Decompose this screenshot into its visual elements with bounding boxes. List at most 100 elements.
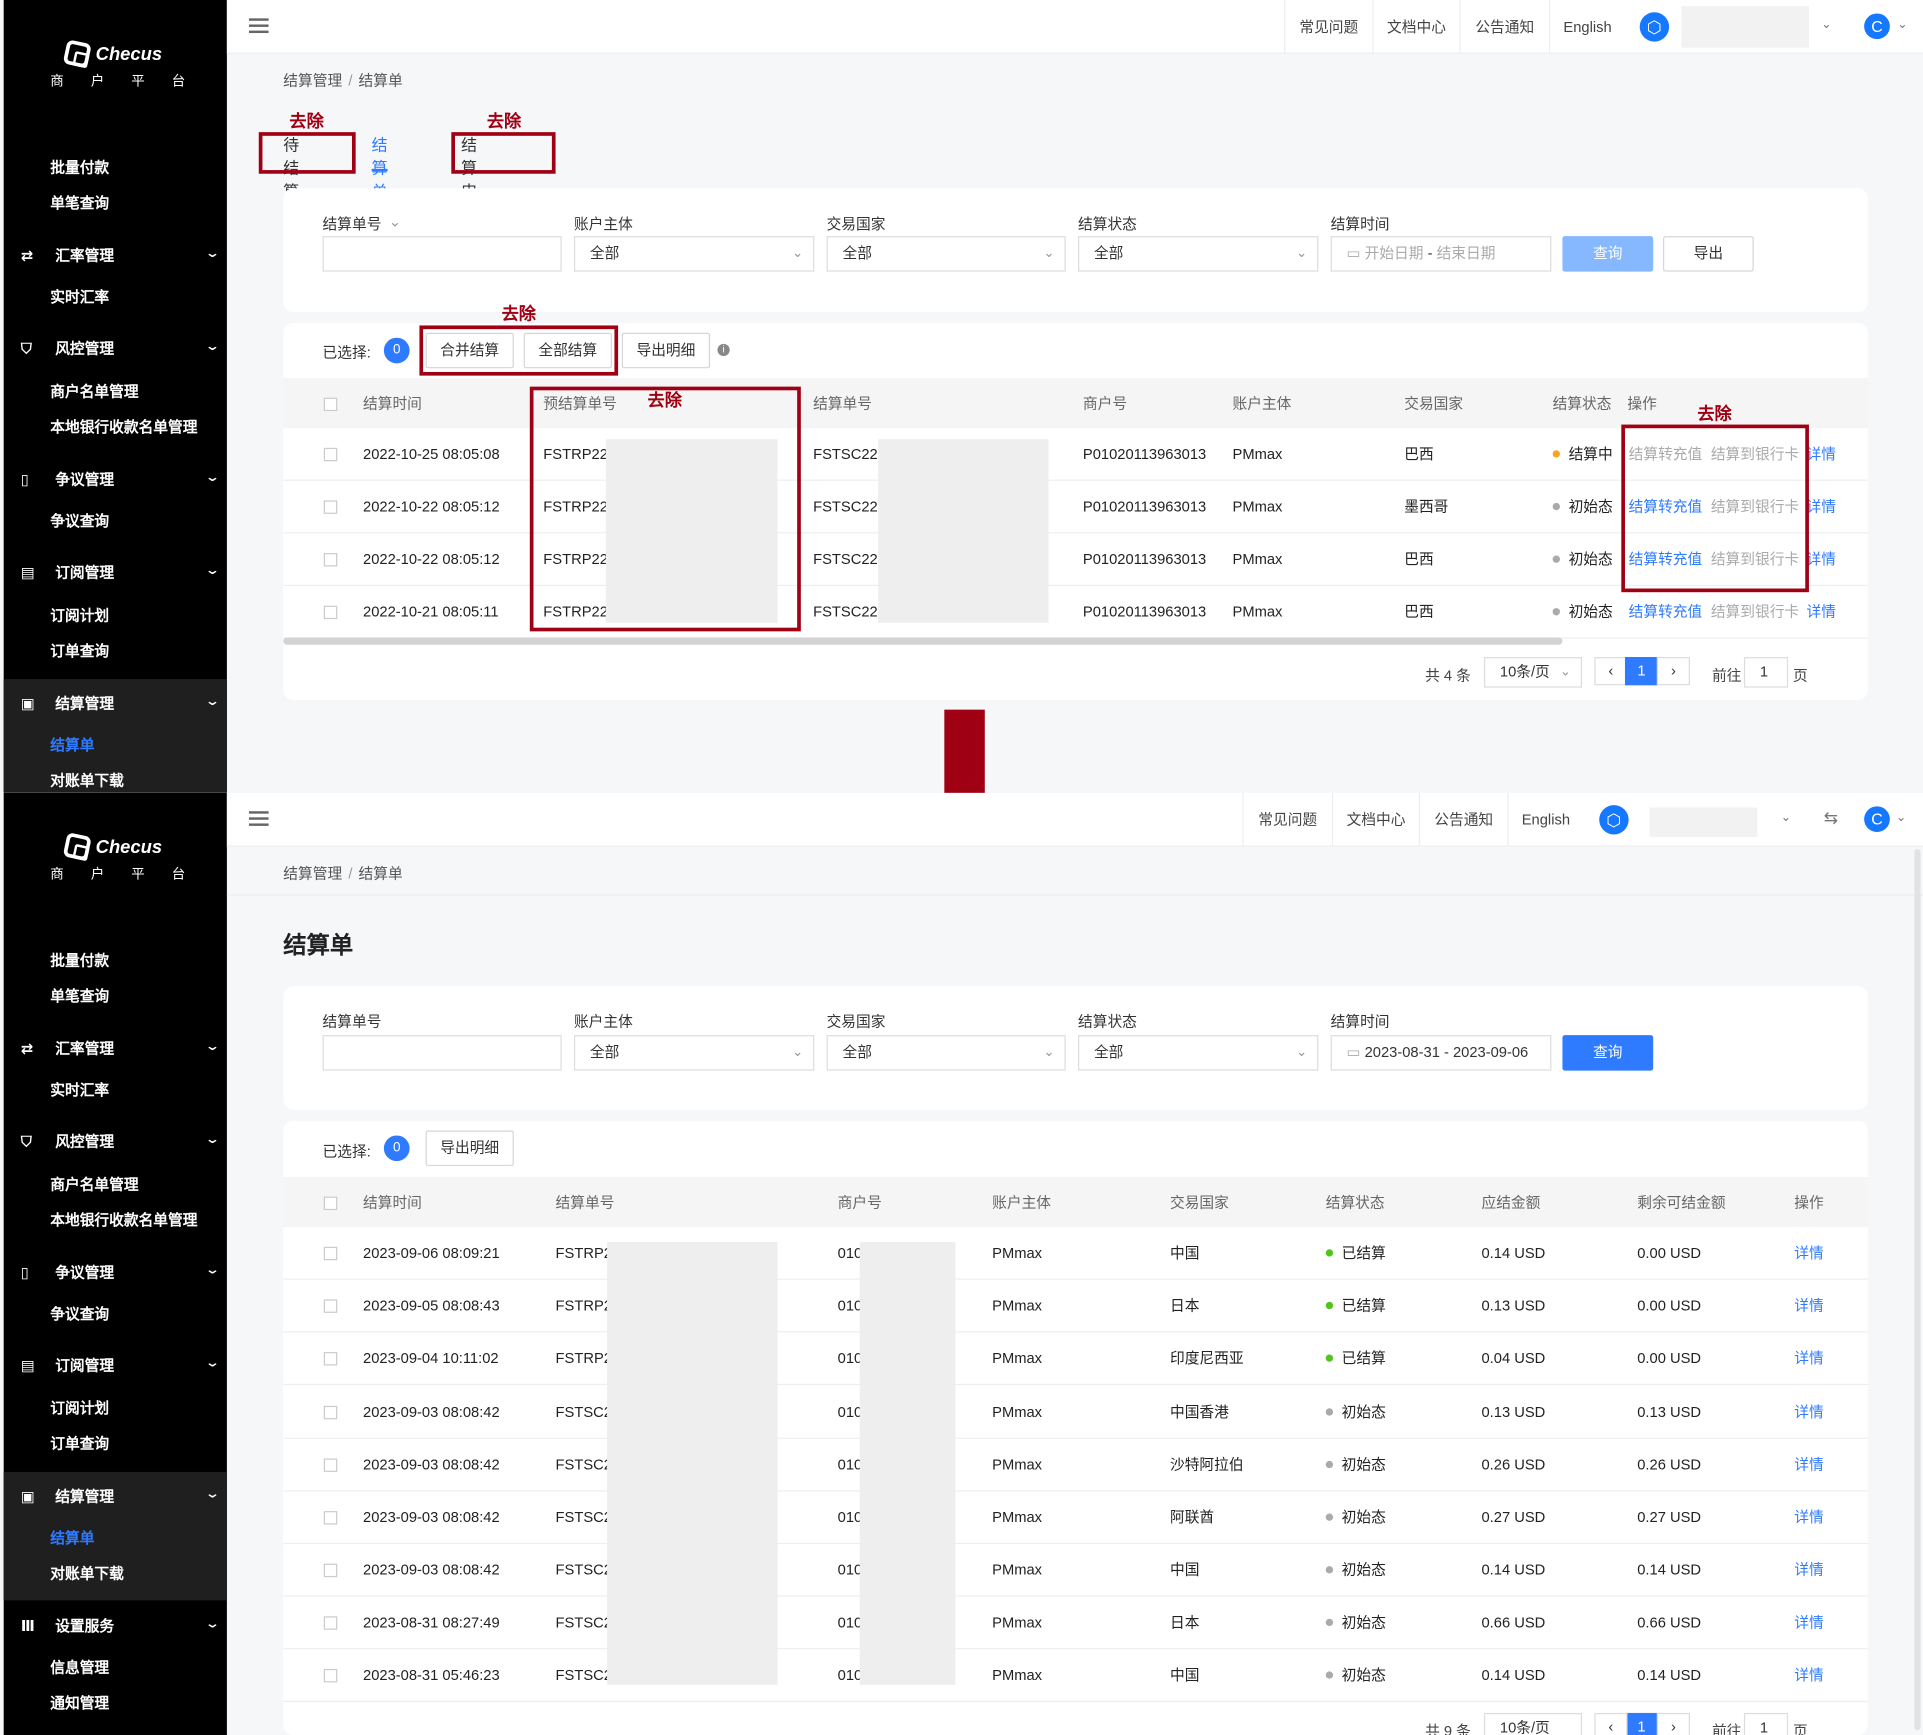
export-detail-button[interactable]: 导出明细 — [425, 1130, 514, 1167]
table-row[interactable]: 2023-09-03 08:08:42 FSTSC2 010 PMmax 中国香港 初始态… — [283, 1386, 1868, 1439]
table-row[interactable]: 2023-09-03 08:08:42 FSTSC2 010 PMmax 沙特阿拉伯 初始… — [283, 1438, 1868, 1492]
status-select[interactable]: 全部 ⌄ — [1078, 1035, 1319, 1071]
query-button[interactable]: 查询 — [1562, 1035, 1654, 1071]
sidebar-item-notification-management[interactable]: 通知管理 — [50, 1690, 246, 1717]
row-checkbox[interactable] — [323, 605, 338, 620]
detail-link[interactable]: 详情 — [1794, 1280, 1823, 1333]
sidebar-item-single-query[interactable]: 单笔查询 — [50, 190, 246, 217]
cube-icon[interactable]: ⬡ — [1639, 12, 1670, 42]
export-button[interactable]: 导出 — [1662, 236, 1754, 272]
row-checkbox[interactable] — [323, 1616, 338, 1630]
detail-link[interactable]: 详情 — [1794, 1227, 1823, 1280]
sidebar-group-dispute[interactable]: ▯ 争议管理 ⌄ — [21, 466, 220, 493]
goto-page-input[interactable]: 1 — [1743, 657, 1789, 688]
switch-icon[interactable]: ⇆ — [1824, 808, 1838, 829]
horizontal-scrollbar[interactable] — [283, 637, 1563, 645]
row-checkbox[interactable] — [323, 1668, 338, 1683]
faq-link[interactable]: 常见问题 — [1284, 0, 1372, 54]
table-row[interactable]: 2023-08-31 05:46:23 FSTSC2 010 PMmax 中国 初始态 0.… — [283, 1649, 1868, 1702]
docs-link[interactable]: 文档中心 — [1372, 0, 1459, 54]
query-button[interactable]: 查询 — [1562, 236, 1654, 272]
sidebar-item-batch-payment[interactable]: 批量付款 — [50, 947, 246, 974]
row-checkbox[interactable] — [323, 447, 338, 462]
sidebar-item-statement-download[interactable]: 对账单下载 — [50, 1560, 246, 1587]
sidebar-group-subscription[interactable]: ▤ 订阅管理 ⌄ — [21, 559, 220, 586]
detail-link[interactable]: 详情 — [1806, 481, 1835, 534]
next-page-icon[interactable]: › — [1656, 1712, 1690, 1735]
detail-link[interactable]: 详情 — [1806, 428, 1835, 481]
detail-link[interactable]: 详情 — [1806, 586, 1835, 639]
select-all-checkbox[interactable] — [323, 1196, 338, 1211]
sidebar-item-subscription-plan[interactable]: 订阅计划 — [50, 1395, 246, 1422]
docs-link[interactable]: 文档中心 — [1331, 792, 1419, 847]
sidebar-item-merchant-list[interactable]: 商户名单管理 — [50, 378, 246, 405]
merchant-selector[interactable] — [1681, 6, 1809, 48]
detail-link[interactable]: 详情 — [1794, 1544, 1823, 1597]
page-number[interactable]: 1 — [1624, 1712, 1659, 1735]
sidebar-item-subscription-plan[interactable]: 订阅计划 — [50, 602, 246, 629]
sidebar-item-dispute-query[interactable]: 争议查询 — [50, 1301, 246, 1328]
merchant-selector[interactable] — [1649, 807, 1758, 837]
sidebar-group-dispute[interactable]: ▯ 争议管理 ⌄ — [21, 1259, 220, 1286]
chevron-down-icon[interactable]: ⌄ — [389, 213, 401, 230]
sidebar-group-exchange[interactable]: ⇄ 汇率管理 ⌄ — [21, 1035, 220, 1062]
table-row[interactable]: 2023-09-05 08:08:43 FSTRP2 010 PMmax 日本 已结算 0.… — [283, 1279, 1868, 1333]
account-select[interactable]: 全部 ⌄ — [573, 236, 815, 272]
table-row[interactable]: 2023-09-04 10:11:02 FSTRP2 010 PMmax 印度尼西亚 已结… — [283, 1332, 1868, 1386]
goto-page-input[interactable]: 1 — [1743, 1712, 1789, 1735]
row-checkbox[interactable] — [323, 1352, 338, 1366]
user-avatar[interactable]: C — [1864, 13, 1890, 40]
language-switch[interactable]: English — [1548, 0, 1625, 54]
row-checkbox[interactable] — [323, 1458, 338, 1472]
sidebar-group-subscription[interactable]: ▤ 订阅管理 ⌄ — [21, 1352, 220, 1379]
sidebar-item-merchant-list[interactable]: 商户名单管理 — [50, 1171, 246, 1198]
notice-link[interactable]: 公告通知 — [1459, 0, 1549, 54]
language-switch[interactable]: English — [1507, 792, 1583, 847]
select-all-checkbox[interactable] — [323, 397, 338, 412]
table-row[interactable]: 2023-08-31 08:27:49 FSTSC2 010 PMmax 日本 初始态 0.… — [283, 1596, 1868, 1650]
page-size-select[interactable]: 10条/页 ⌄ — [1483, 657, 1583, 688]
vertical-scrollbar[interactable] — [1914, 849, 1921, 1731]
detail-link[interactable]: 详情 — [1794, 1332, 1823, 1385]
row-checkbox[interactable] — [323, 1511, 338, 1525]
sidebar-item-info-management[interactable]: 信息管理 — [50, 1654, 246, 1681]
detail-link[interactable]: 详情 — [1794, 1492, 1823, 1545]
menu-icon[interactable] — [248, 811, 269, 826]
table-row[interactable]: 2023-09-03 08:08:42 FSTSC2 010 PMmax 阿联酋 初始态 0… — [283, 1491, 1868, 1545]
sidebar-group-settings[interactable]: Ⅲ 设置服务 ⌄ — [21, 1613, 220, 1640]
sidebar-group-risk[interactable]: ⛉ 风控管理 ⌄ — [21, 1128, 220, 1155]
chevron-down-icon[interactable]: ⌄ — [1897, 18, 1907, 31]
date-range-picker[interactable]: ▭ 2023-08-31 - 2023-09-06 — [1330, 1035, 1552, 1071]
sidebar-item-settlement-order[interactable]: 结算单 — [50, 1525, 246, 1552]
sidebar-item-settlement-order[interactable]: 结算单 — [50, 732, 246, 759]
previous-page-icon[interactable]: ‹ — [1594, 657, 1628, 686]
info-icon[interactable]: i — [717, 343, 730, 357]
sidebar-item-realtime-rate[interactable]: 实时汇率 — [50, 284, 246, 311]
detail-link[interactable]: 详情 — [1794, 1597, 1823, 1650]
page-size-select[interactable]: 10条/页 — [1483, 1712, 1583, 1735]
order-no-input[interactable] — [322, 1035, 562, 1071]
detail-link[interactable]: 详情 — [1794, 1439, 1823, 1492]
row-checkbox[interactable] — [323, 1246, 338, 1261]
sidebar-item-statement-download[interactable]: 对账单下载 — [50, 767, 246, 793]
sidebar-item-single-query[interactable]: 单笔查询 — [50, 983, 246, 1010]
status-select[interactable]: 全部 ⌄ — [1078, 236, 1319, 272]
row-checkbox[interactable] — [323, 500, 338, 514]
row-checkbox[interactable] — [323, 1299, 338, 1313]
sidebar-item-batch-payment[interactable]: 批量付款 — [50, 154, 246, 181]
row-checkbox[interactable] — [323, 1405, 338, 1420]
sidebar-item-bank-list[interactable]: 本地银行收款名单管理 — [50, 1206, 246, 1233]
order-no-input[interactable] — [322, 236, 562, 272]
row-checkbox[interactable] — [323, 1563, 338, 1578]
row-checkbox[interactable] — [323, 553, 338, 567]
country-select[interactable]: 全部 ⌄ — [826, 236, 1066, 272]
table-row[interactable]: 2022-10-21 08:05:11 FSTRP22 FSTSC22 P010… — [283, 586, 1868, 639]
detail-link[interactable]: 详情 — [1806, 533, 1835, 586]
cube-icon[interactable]: ⬡ — [1599, 805, 1629, 835]
detail-link[interactable]: 详情 — [1794, 1386, 1823, 1439]
chevron-down-icon[interactable]: ⌄ — [1781, 811, 1791, 824]
user-avatar[interactable]: C — [1864, 806, 1890, 833]
detail-link[interactable]: 详情 — [1794, 1649, 1823, 1702]
faq-link[interactable]: 常见问题 — [1242, 792, 1332, 847]
chevron-down-icon[interactable]: ⌄ — [1821, 18, 1831, 31]
